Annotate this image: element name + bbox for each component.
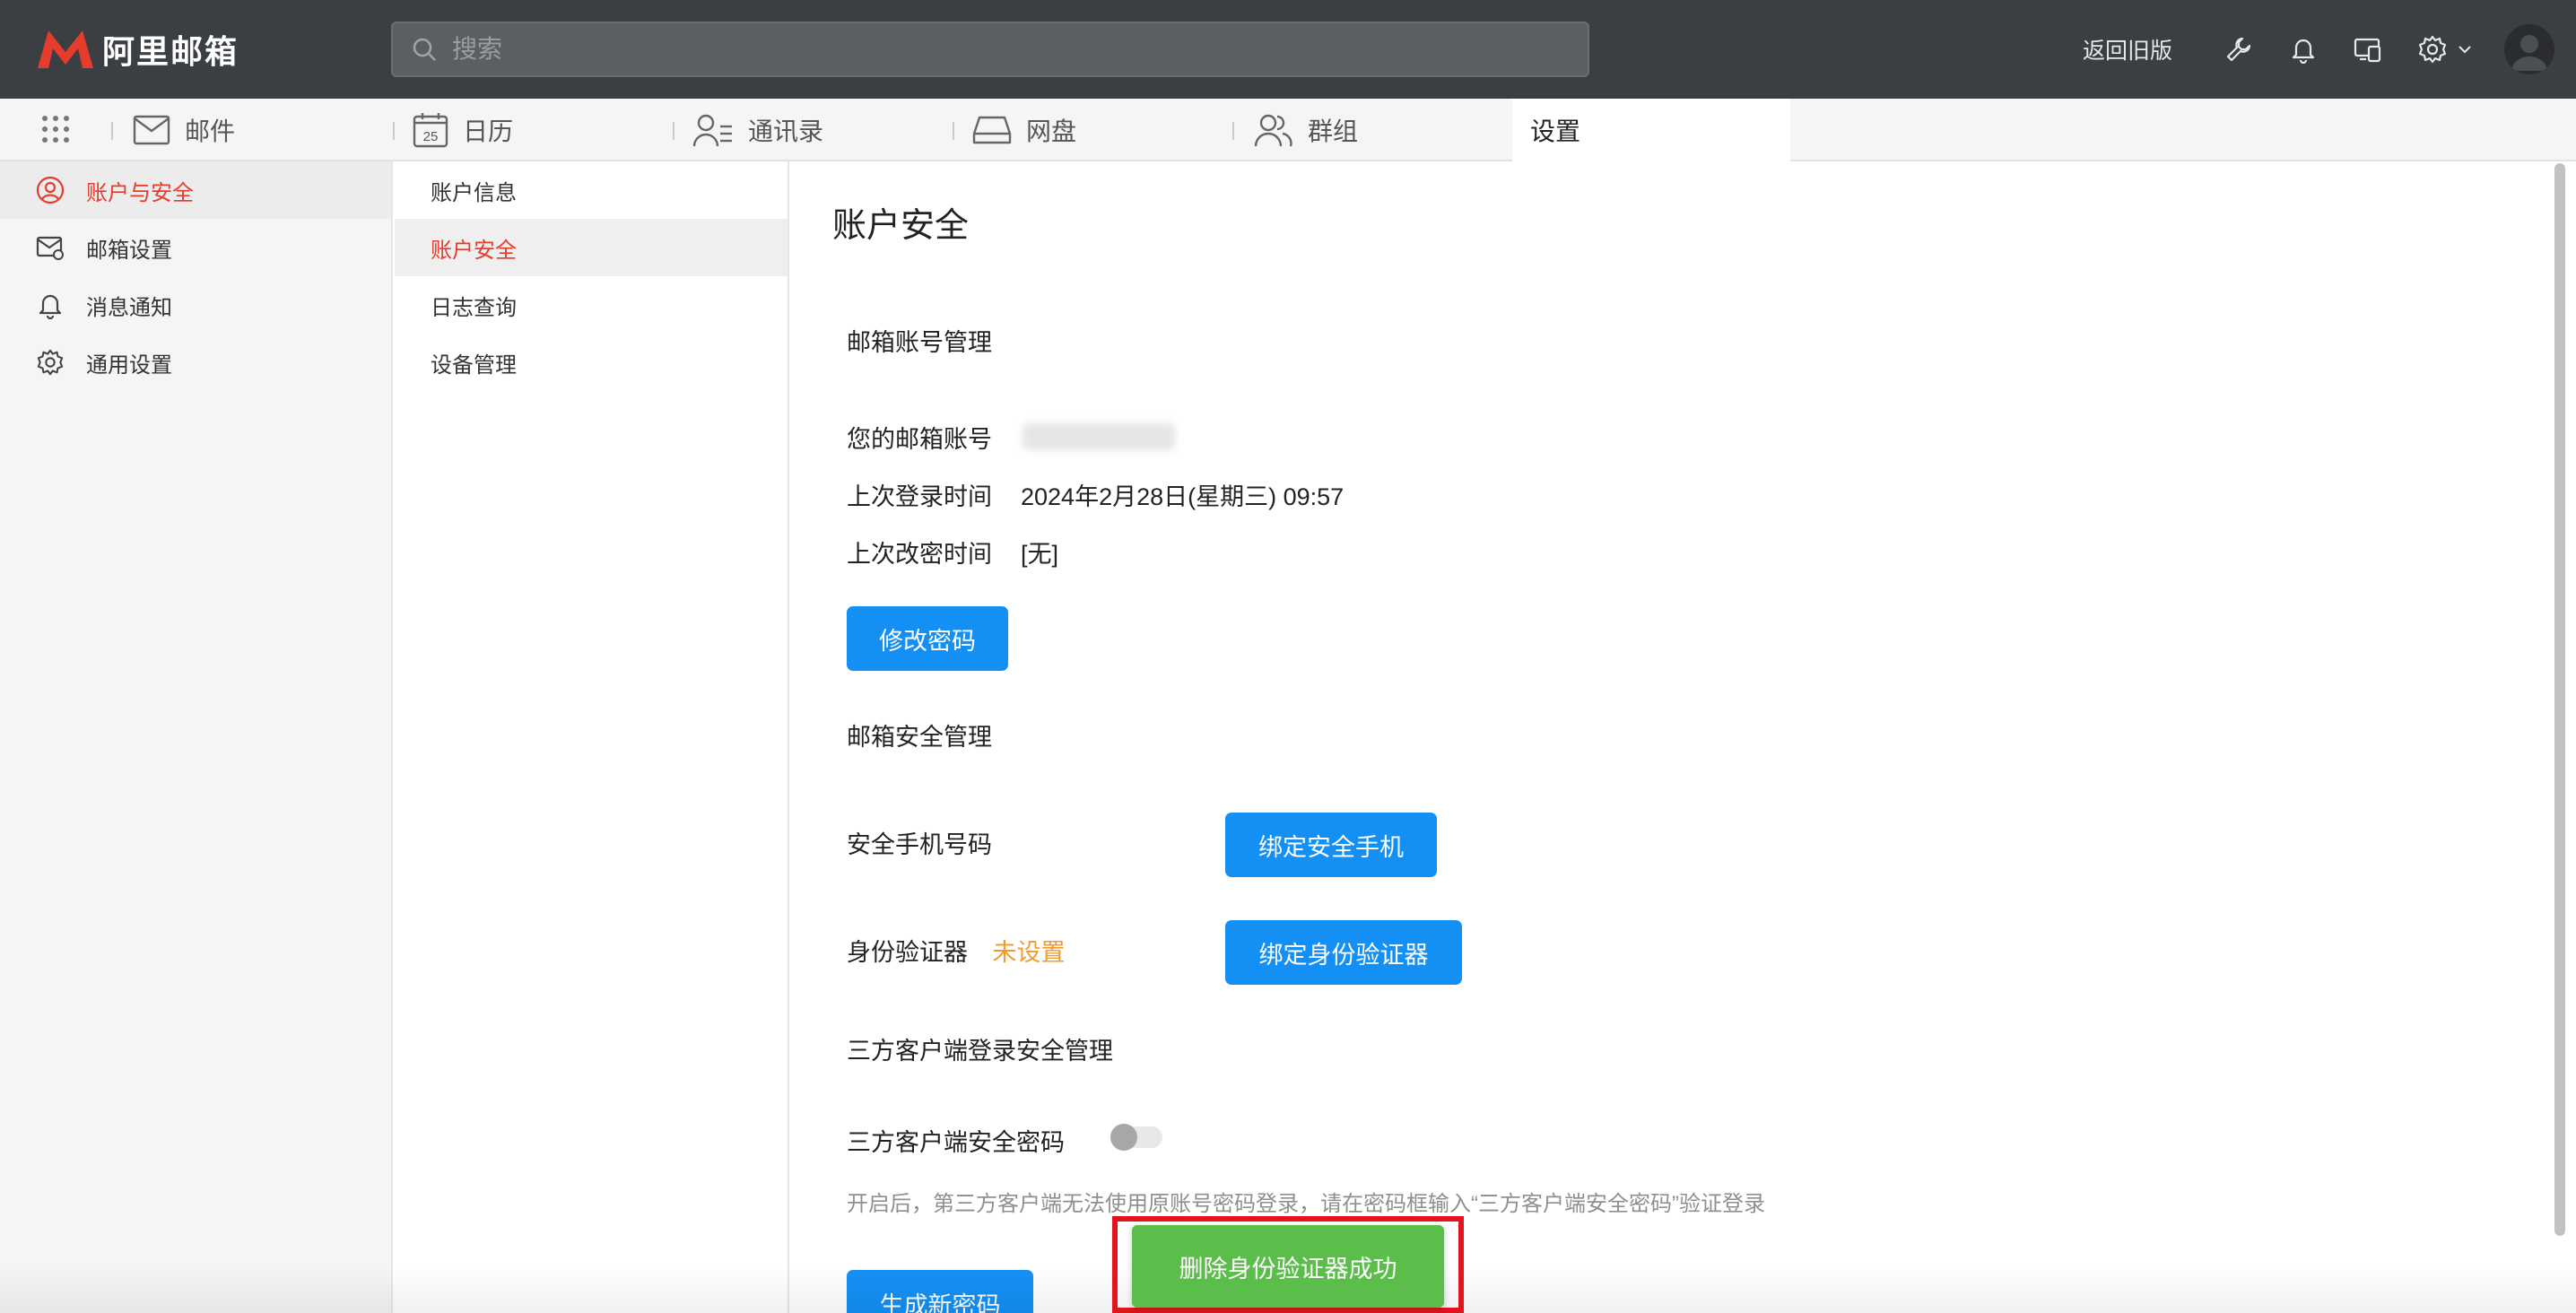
section-title-account: 邮箱账号管理 xyxy=(847,329,992,356)
submenu-item-device-management[interactable]: 设备管理 xyxy=(395,334,788,391)
nav-divider xyxy=(1232,122,1234,140)
search-box[interactable] xyxy=(391,22,1589,77)
sidebar-item-label: 账户与安全 xyxy=(86,180,194,205)
tab-label: 通讯录 xyxy=(748,117,824,145)
group-icon xyxy=(1254,114,1292,147)
account-label: 您的邮箱账号 xyxy=(847,426,992,453)
scrollbar-thumb[interactable] xyxy=(2554,163,2565,1236)
tab-label: 设置 xyxy=(1530,117,1581,145)
authenticator-status: 未设置 xyxy=(992,939,1066,966)
submenu-item-account-security[interactable]: 账户安全 xyxy=(395,219,788,276)
tab-contacts[interactable]: 通讯录 xyxy=(692,99,823,161)
tab-groups[interactable]: 群组 xyxy=(1252,99,1358,161)
apps-grid-icon[interactable] xyxy=(39,113,72,150)
main-content: 账户安全 邮箱账号管理 您的邮箱账号 上次登录时间 2024年2月28日(星期三… xyxy=(791,161,2549,1313)
last-password-change-value: [无] xyxy=(1021,541,1059,568)
tab-mail[interactable]: 邮件 xyxy=(133,99,235,161)
settings-gear-icon[interactable] xyxy=(2413,30,2452,69)
last-login-label: 上次登录时间 xyxy=(847,483,992,510)
toggle-knob xyxy=(1110,1124,1137,1151)
nav-divider xyxy=(111,122,113,140)
search-icon xyxy=(413,38,436,61)
submenu-item-account-info[interactable]: 账户信息 xyxy=(395,161,788,219)
mail-icon xyxy=(133,115,170,145)
calendar-icon: 25 xyxy=(413,113,448,148)
last-password-change-label: 上次改密时间 xyxy=(847,541,992,568)
nav-divider xyxy=(673,122,674,140)
bell-icon[interactable] xyxy=(2284,30,2323,69)
search-input[interactable] xyxy=(452,35,1528,64)
security-phone-label: 安全手机号码 xyxy=(847,831,992,858)
sidebar-item-mail-settings[interactable]: 邮箱设置 xyxy=(0,219,391,276)
account-value-redacted xyxy=(1023,423,1175,450)
calendar-day-label: 25 xyxy=(423,129,439,144)
nav-divider xyxy=(393,122,395,140)
bind-authenticator-button[interactable]: 绑定身份验证器 xyxy=(1225,920,1462,985)
nav-divider xyxy=(953,122,954,140)
devices-icon[interactable] xyxy=(2348,30,2388,69)
brand-logo[interactable]: 阿里邮箱 xyxy=(36,27,239,72)
third-party-password-toggle[interactable] xyxy=(1110,1124,1162,1151)
sidebar-item-label: 邮箱设置 xyxy=(86,238,172,263)
third-party-hint: 开启后，第三方客户端无法使用原账号密码登录，请在密码框输入“三方客户端安全密码”… xyxy=(847,1192,1765,1216)
authenticator-label-text: 身份验证器 xyxy=(847,939,968,966)
generate-password-button[interactable]: 生成新密码 xyxy=(847,1270,1033,1313)
sidebar-item-notifications[interactable]: 消息通知 xyxy=(0,276,391,334)
success-toast: 删除身份验证器成功 xyxy=(1132,1225,1444,1308)
chevron-down-icon[interactable] xyxy=(2456,30,2474,69)
sidebar-item-account-security[interactable]: 账户与安全 xyxy=(0,161,391,219)
tab-drive[interactable]: 网盘 xyxy=(972,99,1076,161)
contacts-icon xyxy=(692,114,732,147)
settings-sidebar: 账户与安全 邮箱设置 消息通知 通用设置 xyxy=(0,161,393,1313)
sidebar-item-general-settings[interactable]: 通用设置 xyxy=(0,334,391,391)
bell-icon xyxy=(39,294,62,319)
user-circle-icon xyxy=(36,176,65,204)
tab-label: 日历 xyxy=(463,117,514,145)
section-title-third-party: 三方客户端登录安全管理 xyxy=(847,1038,1113,1065)
submenu-item-log-query[interactable]: 日志查询 xyxy=(395,276,788,334)
third-party-password-label: 三方客户端安全密码 xyxy=(847,1129,1065,1156)
gear-icon xyxy=(37,349,64,376)
tab-label: 邮件 xyxy=(185,117,236,145)
drive-icon xyxy=(972,116,1012,144)
module-nav-bar: 邮件 25 日历 通讯录 网盘 群组 设置 xyxy=(0,99,2576,161)
logo-m-icon xyxy=(38,30,93,68)
mail-settings-icon xyxy=(36,236,64,260)
page-title: 账户安全 xyxy=(832,207,970,245)
avatar[interactable] xyxy=(2504,24,2554,74)
change-password-button[interactable]: 修改密码 xyxy=(847,606,1008,671)
bind-phone-button[interactable]: 绑定安全手机 xyxy=(1225,813,1437,877)
account-submenu: 账户信息 账户安全 日志查询 设备管理 xyxy=(395,161,789,1313)
tab-settings[interactable]: 设置 xyxy=(1512,99,1790,161)
sidebar-item-label: 消息通知 xyxy=(86,295,172,320)
return-old-version-link[interactable]: 返回旧版 xyxy=(2083,33,2172,65)
brand-name: 阿里邮箱 xyxy=(102,33,239,70)
last-login-value: 2024年2月28日(星期三) 09:57 xyxy=(1021,483,1345,510)
tab-calendar[interactable]: 25 日历 xyxy=(413,99,513,161)
tab-label: 网盘 xyxy=(1026,117,1077,145)
sidebar-item-label: 通用设置 xyxy=(86,352,172,378)
section-title-security: 邮箱安全管理 xyxy=(847,724,992,751)
tab-label: 群组 xyxy=(1308,117,1359,145)
top-right-actions: 返回旧版 xyxy=(2083,0,2576,99)
wrench-icon[interactable] xyxy=(2219,30,2258,69)
authenticator-label: 身份验证器 未设置 xyxy=(847,933,1066,968)
top-bar: 阿里邮箱 返回旧版 xyxy=(0,0,2576,99)
